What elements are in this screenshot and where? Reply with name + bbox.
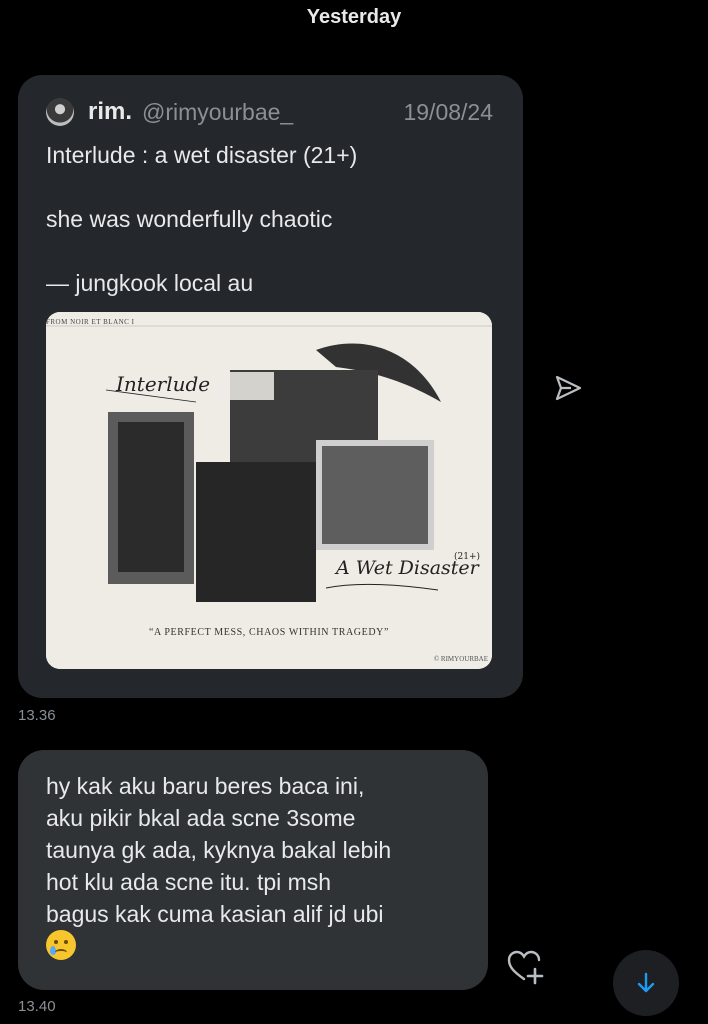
add-reaction-button[interactable]: [505, 947, 547, 987]
media-top-label: FROM NOIR ET BLANC I: [46, 318, 135, 326]
crying-face-emoji: [46, 930, 76, 960]
date-separator: Yesterday: [306, 6, 402, 28]
avatar[interactable]: [46, 98, 74, 126]
media-title-script: Interlude: [116, 372, 211, 396]
post-text: Interlude : a wet disaster (21+) she was…: [46, 142, 358, 296]
post-date: 19/08/24: [403, 98, 493, 125]
message-timestamp: 13.36: [18, 707, 56, 724]
shared-post-card[interactable]: rim. @rimyourbae_ 19/08/24 Interlude : a…: [18, 75, 523, 698]
message-timestamp: 13.40: [18, 998, 56, 1015]
share-icon: [555, 375, 582, 401]
post-media-image[interactable]: FROM NOIR ET BLANC I Interlude A Wet Dis…: [46, 312, 492, 669]
author-name[interactable]: rim.: [88, 98, 132, 126]
media-rating: (21+): [454, 552, 481, 562]
message-bubble[interactable]: hy kak aku baru beres baca ini, aku piki…: [18, 750, 488, 990]
share-button[interactable]: [550, 373, 586, 403]
message-text: hy kak aku baru beres baca ini, aku piki…: [46, 773, 392, 927]
media-credit: © RIMYOURBAE: [433, 655, 488, 663]
shared-post-header: rim. @rimyourbae_ 19/08/24: [46, 97, 493, 127]
arrow-down-icon: [637, 972, 655, 993]
scroll-to-bottom-button[interactable]: [613, 950, 679, 1016]
heart-plus-icon: [507, 950, 544, 985]
media-caption: “A PERFECT MESS, CHAOS WITHIN TRAGEDY”: [148, 627, 390, 638]
media-collage-graphic: [46, 312, 492, 669]
author-handle[interactable]: @rimyourbae_: [142, 99, 293, 126]
